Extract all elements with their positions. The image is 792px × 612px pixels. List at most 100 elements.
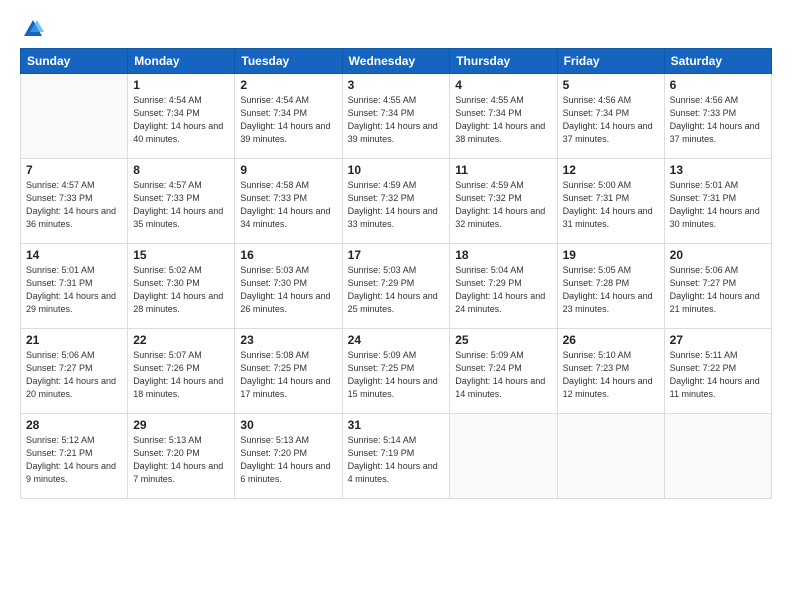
day-info: Sunrise: 5:09 AMSunset: 7:24 PMDaylight:… [455,349,551,401]
day-info: Sunrise: 5:03 AMSunset: 7:30 PMDaylight:… [240,264,336,316]
sunrise-label: Sunrise: 4:55 AM [455,95,524,105]
sunset-label: Sunset: 7:34 PM [133,108,200,118]
daylight-label: Daylight: 14 hours and 17 minutes. [240,376,330,399]
day-cell: 31Sunrise: 5:14 AMSunset: 7:19 PMDayligh… [342,414,450,499]
sunset-label: Sunset: 7:22 PM [670,363,737,373]
daylight-label: Daylight: 14 hours and 7 minutes. [133,461,223,484]
day-info: Sunrise: 4:57 AMSunset: 7:33 PMDaylight:… [133,179,229,231]
day-number: 3 [348,78,445,92]
day-info: Sunrise: 5:01 AM Sunset: 7:31 PM Daylight:… [26,264,122,316]
page: SundayMondayTuesdayWednesdayThursdayFrid… [0,0,792,612]
sunset-label: Sunset: 7:34 PM [455,108,522,118]
daylight-label: Daylight: 14 hours and 24 minutes. [455,291,545,314]
day-info: Sunrise: 4:58 AMSunset: 7:33 PMDaylight:… [240,179,336,231]
day-cell: 16Sunrise: 5:03 AMSunset: 7:30 PMDayligh… [235,244,342,329]
col-header-sunday: Sunday [21,49,128,74]
day-info: Sunrise: 5:14 AMSunset: 7:19 PMDaylight:… [348,434,445,486]
day-cell: 13Sunrise: 5:01 AMSunset: 7:31 PMDayligh… [664,159,771,244]
day-cell: 10Sunrise: 4:59 AMSunset: 7:32 PMDayligh… [342,159,450,244]
sunrise-label: Sunrise: 5:03 AM [348,265,417,275]
day-cell: 25 Sunrise: 5:09 AMSunset: 7:24 PMDayligh… [450,329,557,414]
col-header-tuesday: Tuesday [235,49,342,74]
header [20,18,772,40]
day-cell: 7Sunrise: 4:57 AMSunset: 7:33 PMDaylight… [21,159,128,244]
day-number: 30 [240,418,336,432]
daylight-label: Daylight: 14 hours and 23 minutes. [563,291,653,314]
day-number: 14 [26,248,122,262]
day-cell: 15 Sunrise: 5:02 AMSunset: 7:30 PMDayligh… [128,244,235,329]
day-cell: 14 Sunrise: 5:01 AM Sunset: 7:31 PM Dayligh… [21,244,128,329]
day-number: 8 [133,163,229,177]
sunrise-label: Sunrise: 5:11 AM [670,350,738,360]
sunset-label: Sunset: 7:29 PM [348,278,415,288]
sunset-label: Sunset: 7:34 PM [348,108,415,118]
sunrise-label: Sunrise: 5:01 AM [670,180,739,190]
day-number: 2 [240,78,336,92]
logo-icon [22,18,44,40]
sunset-label: Sunset: 7:33 PM [26,193,93,203]
sunset-label: Sunset: 7:31 PM [563,193,630,203]
day-info: Sunrise: 4:59 AMSunset: 7:32 PMDaylight:… [348,179,445,231]
day-cell: 9 Sunrise: 4:58 AMSunset: 7:33 PMDaylight… [235,159,342,244]
sunset-label: Sunset: 7:20 PM [240,448,307,458]
day-cell: 27Sunrise: 5:11 AMSunset: 7:22 PMDayligh… [664,329,771,414]
sunset-label: Sunset: 7:33 PM [670,108,737,118]
day-info: Sunrise: 5:02 AMSunset: 7:30 PMDaylight:… [133,264,229,316]
day-info: Sunrise: 5:12 AMSunset: 7:21 PMDaylight:… [26,434,122,486]
day-number: 9 [240,163,336,177]
sunset-label: Sunset: 7:27 PM [670,278,737,288]
sunrise-label: Sunrise: 5:09 AM [348,350,417,360]
day-cell [450,414,557,499]
sunrise-label: Sunrise: 4:59 AM [348,180,417,190]
day-info: Sunrise: 5:13 AMSunset: 7:20 PMDaylight:… [240,434,336,486]
day-cell: 8 Sunrise: 4:57 AMSunset: 7:33 PMDaylight… [128,159,235,244]
day-info: Sunrise: 4:55 AM Sunset: 7:34 PM Daylight:… [455,94,551,146]
sunset-label: Sunset: 7:23 PM [563,363,630,373]
daylight-label: Daylight: 14 hours and 28 minutes. [133,291,223,314]
day-cell: 20Sunrise: 5:06 AMSunset: 7:27 PMDayligh… [664,244,771,329]
sunrise-label: Sunrise: 5:01 AM [26,265,95,275]
day-number: 15 [133,248,229,262]
day-info: Sunrise: 5:09 AMSunset: 7:25 PMDaylight:… [348,349,445,401]
day-info: Sunrise: 5:11 AMSunset: 7:22 PMDaylight:… [670,349,766,401]
day-cell: 23 Sunrise: 5:08 AMSunset: 7:25 PMDayligh… [235,329,342,414]
daylight-label: Daylight: 14 hours and 38 minutes. [455,121,545,144]
sunrise-label: Sunrise: 4:57 AM [26,180,95,190]
day-info: Sunrise: 5:05 AMSunset: 7:28 PMDaylight:… [563,264,659,316]
sunset-label: Sunset: 7:31 PM [26,278,93,288]
sunset-label: Sunset: 7:24 PM [455,363,522,373]
sunrise-label: Sunrise: 5:04 AM [455,265,524,275]
sunset-label: Sunset: 7:19 PM [348,448,415,458]
sunrise-label: Sunrise: 4:55 AM [348,95,417,105]
col-header-friday: Friday [557,49,664,74]
day-cell: 19Sunrise: 5:05 AMSunset: 7:28 PMDayligh… [557,244,664,329]
sunrise-label: Sunrise: 5:03 AM [240,265,309,275]
week-row-5: 28Sunrise: 5:12 AMSunset: 7:21 PMDayligh… [21,414,772,499]
daylight-label: Daylight: 14 hours and 39 minutes. [240,121,330,144]
sunset-label: Sunset: 7:32 PM [348,193,415,203]
day-number: 25 [455,333,551,347]
day-info: Sunrise: 5:01 AMSunset: 7:31 PMDaylight:… [670,179,766,231]
day-number: 23 [240,333,336,347]
day-number: 18 [455,248,551,262]
day-info: Sunrise: 4:59 AMSunset: 7:32 PMDaylight:… [455,179,551,231]
sunset-label: Sunset: 7:32 PM [455,193,522,203]
sunset-label: Sunset: 7:25 PM [240,363,307,373]
day-cell: 18Sunrise: 5:04 AMSunset: 7:29 PMDayligh… [450,244,557,329]
day-number: 21 [26,333,122,347]
day-cell: 2Sunrise: 4:54 AMSunset: 7:34 PMDaylight… [235,74,342,159]
daylight-label: Daylight: 14 hours and 29 minutes. [26,291,116,314]
daylight-label: Daylight: 14 hours and 40 minutes. [133,121,223,144]
sunrise-label: Sunrise: 5:14 AM [348,435,417,445]
daylight-label: Daylight: 14 hours and 6 minutes. [240,461,330,484]
day-number: 27 [670,333,766,347]
sunset-label: Sunset: 7:30 PM [133,278,200,288]
daylight-label: Daylight: 14 hours and 31 minutes. [563,206,653,229]
day-info: Sunrise: 5:10 AMSunset: 7:23 PMDaylight:… [563,349,659,401]
day-info: Sunrise: 4:56 AMSunset: 7:34 PMDaylight:… [563,94,659,146]
sunset-label: Sunset: 7:30 PM [240,278,307,288]
header-row: SundayMondayTuesdayWednesdayThursdayFrid… [21,49,772,74]
day-info: Sunrise: 5:08 AMSunset: 7:25 PMDaylight:… [240,349,336,401]
day-number: 12 [563,163,659,177]
daylight-label: Daylight: 14 hours and 12 minutes. [563,376,653,399]
